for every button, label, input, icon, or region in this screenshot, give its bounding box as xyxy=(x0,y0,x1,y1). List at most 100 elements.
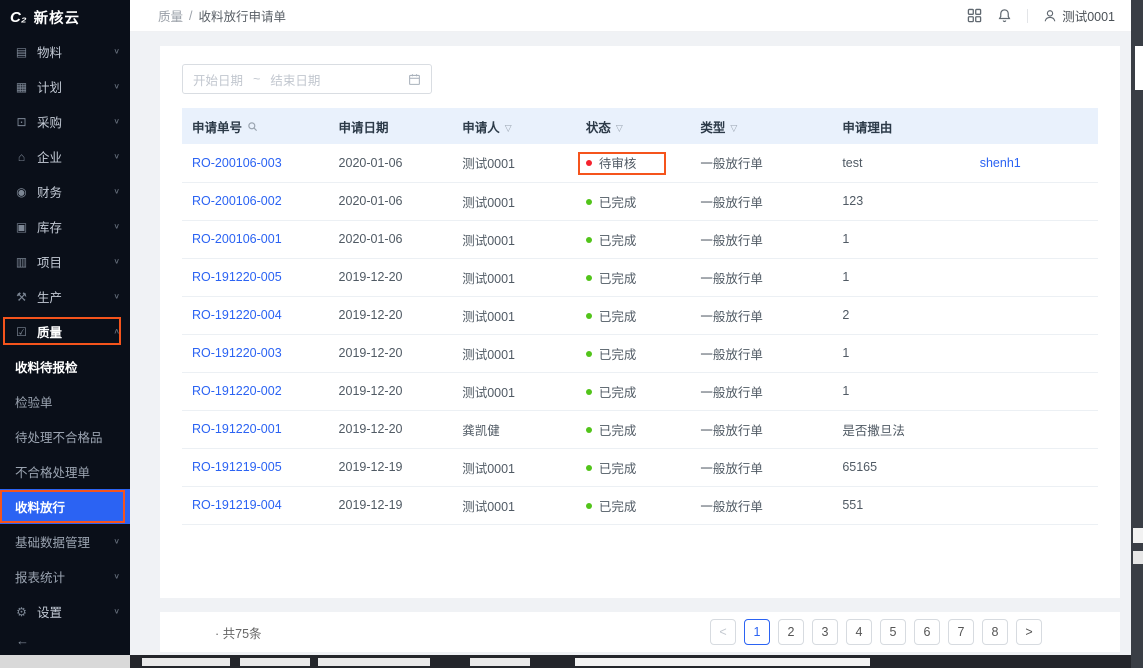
sidebar-item-purchase[interactable]: ⊡ 采购 ∨ xyxy=(0,104,130,139)
column-header-order-no[interactable]: 申请单号 xyxy=(182,108,329,144)
sidebar-item-receiving-release[interactable]: 收料放行 xyxy=(0,489,130,524)
main-card: 开始日期 ~ 结束日期 申请单号 申请日期 申请人 ▽ 状态 ▽ 类型 ▽ 申请理由 xyxy=(160,46,1120,598)
status-cell: 已完成 xyxy=(575,334,691,373)
page-button-2[interactable]: 2 xyxy=(778,619,804,645)
apply-date-cell: 2019-12-20 xyxy=(328,372,453,411)
table-row: RO-191220-003 2019-12-20 测试0001 已完成 一般放行单 1 xyxy=(182,334,1098,373)
reason-cell: 2 xyxy=(832,296,970,335)
quality-icon: ☑ xyxy=(16,324,27,339)
order-no-cell: RO-200106-001 xyxy=(182,220,329,259)
status-badge: 已完成 xyxy=(585,272,636,286)
status-badge: 已完成 xyxy=(585,386,636,400)
background-fragment xyxy=(575,658,870,666)
sidebar-item-settings[interactable]: ⚙ 设置 ∨ xyxy=(0,594,130,625)
status-dot-icon xyxy=(585,198,592,205)
total-count: · 共75条 xyxy=(215,626,262,641)
table-row: RO-200106-001 2020-01-06 测试0001 已完成 一般放行单 1 xyxy=(182,220,1098,259)
column-header-status[interactable]: 状态 ▽ xyxy=(575,108,691,144)
sidebar-item-inspection-order[interactable]: 检验单 xyxy=(0,384,130,419)
status-dot-icon xyxy=(585,502,592,509)
page-button-4[interactable]: 4 xyxy=(846,619,872,645)
reason-cell: 123 xyxy=(832,182,970,221)
sidebar-item-report-statistics[interactable]: 报表统计 ∨ xyxy=(0,559,130,594)
order-link[interactable]: RO-200106-002 xyxy=(192,194,282,208)
order-link[interactable]: RO-191220-001 xyxy=(192,422,282,436)
filter-icon[interactable]: ▽ xyxy=(616,123,623,134)
order-link[interactable]: RO-200106-001 xyxy=(192,232,282,246)
sidebar-item-label: 不合格处理单 xyxy=(15,466,91,480)
column-label: 申请日期 xyxy=(338,120,389,135)
page-button-3[interactable]: 3 xyxy=(812,619,838,645)
status-label: 已完成 xyxy=(598,309,637,324)
type-cell: 一般放行单 xyxy=(690,296,833,335)
page-button-6[interactable]: 6 xyxy=(914,619,940,645)
sidebar-item-materials[interactable]: ▤ 物料 ∨ xyxy=(0,34,130,69)
status-dot-icon xyxy=(585,274,592,281)
sidebar-item-production[interactable]: ⚒ 生产 ∨ xyxy=(0,279,130,314)
applications-table: 申请单号 申请日期 申请人 ▽ 状态 ▽ 类型 ▽ 申请理由 RO-200106-003 2020… xyxy=(182,108,1098,525)
apply-date-cell: 2019-12-20 xyxy=(328,334,453,373)
reviewer-link[interactable]: shenh1 xyxy=(980,156,1021,170)
page-button-8[interactable]: 8 xyxy=(982,619,1008,645)
applicant-cell: 测试0001 xyxy=(452,486,576,525)
purchase-icon: ⊡ xyxy=(16,114,27,129)
column-header-applicant[interactable]: 申请人 ▽ xyxy=(452,108,576,144)
page-next-button[interactable]: > xyxy=(1016,619,1042,645)
page-button-1[interactable]: 1 xyxy=(744,619,770,645)
applicant-cell: 龚凯健 xyxy=(452,410,576,449)
order-link[interactable]: RO-191220-002 xyxy=(192,384,282,398)
column-header-type[interactable]: 类型 ▽ xyxy=(690,108,833,144)
order-link[interactable]: RO-191220-005 xyxy=(192,270,282,284)
filter-icon[interactable]: ▽ xyxy=(505,123,512,134)
sidebar-item-basic-data-management[interactable]: 基础数据管理 ∨ xyxy=(0,524,130,559)
sidebar-item-quality[interactable]: ☑ 质量 ∧ xyxy=(0,314,130,349)
status-label: 已完成 xyxy=(598,461,637,476)
status-cell: 已完成 xyxy=(575,182,691,221)
order-no-cell: RO-191220-002 xyxy=(182,372,329,411)
sidebar-item-receiving-pending-inspection[interactable]: 收料待报检 xyxy=(0,349,130,384)
sidebar-item-finance[interactable]: ◉ 财务 ∨ xyxy=(0,174,130,209)
order-link[interactable]: RO-191219-004 xyxy=(192,498,282,512)
column-header-extra[interactable] xyxy=(969,108,1098,144)
calendar-icon xyxy=(408,73,421,86)
date-range-picker[interactable]: 开始日期 ~ 结束日期 xyxy=(182,64,432,94)
order-no-cell: RO-191219-004 xyxy=(182,486,329,525)
sidebar-item-nonconforming-order[interactable]: 不合格处理单 xyxy=(0,454,130,489)
order-link[interactable]: RO-200106-003 xyxy=(192,156,282,170)
page-button-7[interactable]: 7 xyxy=(948,619,974,645)
app-grid-icon[interactable] xyxy=(967,8,982,23)
sidebar-collapse-button[interactable]: ← xyxy=(0,625,130,655)
page-prev-button[interactable]: < xyxy=(710,619,736,645)
reason-cell: 1 xyxy=(832,334,970,373)
order-link[interactable]: RO-191219-005 xyxy=(192,460,282,474)
sidebar-item-enterprise[interactable]: ⌂ 企业 ∨ xyxy=(0,139,130,174)
table-row: RO-191220-005 2019-12-20 测试0001 已完成 一般放行单 1 xyxy=(182,258,1098,297)
project-icon: ▥ xyxy=(15,254,28,269)
notification-bell-icon[interactable] xyxy=(997,8,1012,23)
sidebar-item-plan[interactable]: ▦ 计划 ∨ xyxy=(0,69,130,104)
sidebar-item-pending-nonconforming[interactable]: 待处理不合格品 xyxy=(0,419,130,454)
sidebar-item-inventory[interactable]: ▣ 库存 ∨ xyxy=(0,209,130,244)
order-link[interactable]: RO-191220-003 xyxy=(192,346,282,360)
column-header-reason[interactable]: 申请理由 xyxy=(832,108,970,144)
sidebar-item-label: 质量 xyxy=(37,326,63,340)
plan-icon: ▦ xyxy=(15,79,28,94)
search-icon[interactable] xyxy=(247,121,258,132)
status-label: 已完成 xyxy=(598,347,637,362)
extra-cell xyxy=(969,410,1098,449)
chevron-down-icon: ∨ xyxy=(113,46,120,56)
chevron-down-icon: ∨ xyxy=(113,116,120,126)
breadcrumb-section[interactable]: 质量 xyxy=(158,6,183,25)
order-link[interactable]: RO-191220-004 xyxy=(192,308,282,322)
app-logo[interactable]: C₂ 新核云 xyxy=(0,0,130,34)
sidebar-item-label: 项目 xyxy=(37,256,63,270)
status-dot-icon xyxy=(585,388,592,395)
sidebar-item-project[interactable]: ▥ 项目 ∨ xyxy=(0,244,130,279)
column-header-apply-date[interactable]: 申请日期 xyxy=(328,108,453,144)
app-logo-icon: C₂ xyxy=(10,8,27,26)
user-name: 测试0001 xyxy=(1062,10,1115,24)
user-menu[interactable]: 测试0001 xyxy=(1043,6,1115,25)
applicant-cell: 测试0001 xyxy=(452,296,576,335)
filter-icon[interactable]: ▽ xyxy=(730,123,737,134)
page-button-5[interactable]: 5 xyxy=(880,619,906,645)
